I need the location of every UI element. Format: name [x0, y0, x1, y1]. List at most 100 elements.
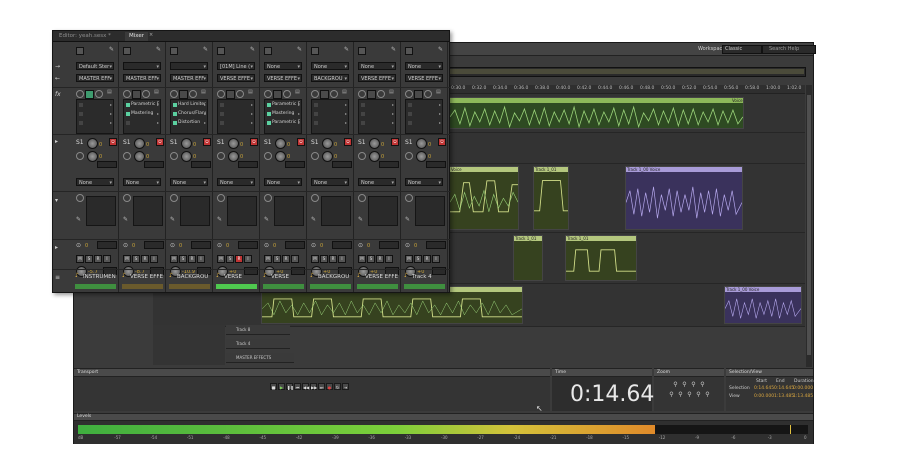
input-select[interactable]: None [405, 62, 443, 70]
effect-slot[interactable]: ▸ [313, 110, 347, 118]
send-volume-knob[interactable] [275, 138, 286, 149]
effect-power-icon[interactable] [79, 112, 83, 116]
track-name[interactable]: BACKGROU [167, 272, 212, 282]
send-stereo-balance[interactable] [379, 161, 399, 168]
fx-rack-toggle-icon[interactable] [273, 90, 282, 99]
effect-power-icon[interactable] [408, 121, 412, 125]
send-stereo-balance[interactable] [97, 161, 117, 168]
fx-rack-toggle-icon[interactable] [414, 90, 423, 99]
edit-icon[interactable]: ✎ [109, 46, 114, 53]
effect-slot[interactable]: ▸ [78, 119, 112, 127]
fx-rack-toggle-icon[interactable] [179, 90, 188, 99]
input-monitor-button[interactable]: I [103, 255, 111, 263]
fx-menu-icon[interactable]: ▤ [436, 89, 441, 95]
audio-clip[interactable]: Track 1_01 [513, 235, 543, 281]
send-volume-knob[interactable] [228, 138, 239, 149]
track-name[interactable]: VERSE [214, 272, 259, 282]
eq-power-icon[interactable] [311, 194, 319, 202]
effect-slot[interactable]: Parametric Eq▸ [266, 119, 300, 127]
workspace-select[interactable]: Classic [722, 45, 762, 54]
effect-slot[interactable]: ▸ [219, 110, 253, 118]
send-volume-knob[interactable] [369, 138, 380, 149]
effect-slot[interactable]: ▸ [407, 119, 441, 127]
power-icon[interactable] [358, 47, 366, 55]
effect-slot[interactable]: ▸ [313, 119, 347, 127]
fx-pre-post-icon[interactable] [142, 90, 150, 98]
effect-slot[interactable]: ▸ [219, 101, 253, 109]
effect-slot[interactable]: ▸ [360, 110, 394, 118]
effect-slot[interactable]: ▸ [360, 101, 394, 109]
record-arm-button[interactable]: R [94, 255, 102, 263]
tab-editor[interactable]: Editor: yeah.sesx * [55, 32, 115, 41]
eq-edit-icon[interactable]: ✎ [311, 216, 316, 223]
eq-graph[interactable] [227, 196, 257, 226]
zoom-all-tracks-icon[interactable]: ⚲ [704, 391, 711, 398]
effect-power-icon[interactable] [126, 121, 130, 125]
fx-pre-post-icon[interactable] [283, 90, 291, 98]
input-select[interactable] [123, 62, 161, 70]
pan-fader[interactable] [426, 241, 446, 249]
solo-button[interactable]: S [85, 255, 93, 263]
selection-end-field[interactable]: 0:14.645 [774, 386, 794, 391]
eq-graph[interactable] [321, 196, 351, 226]
effect-slot[interactable]: Hard Limiter ▸ [172, 101, 206, 109]
solo-button[interactable]: S [179, 255, 187, 263]
zoom-in-amplitude-icon[interactable]: ⚲ [672, 381, 679, 388]
fast-forward-icon[interactable]: ▶▶ [310, 383, 317, 390]
zoom-selection-icon[interactable]: ⚲ [677, 391, 684, 398]
send-stereo-balance[interactable] [332, 161, 352, 168]
edit-icon[interactable]: ✎ [391, 46, 396, 53]
send-bus-select[interactable]: None [311, 178, 349, 186]
mute-button[interactable]: M [217, 255, 225, 263]
send-volume-knob[interactable] [87, 138, 98, 149]
record-arm-button[interactable]: R [423, 255, 431, 263]
send-power-button[interactable]: ⏻ [297, 138, 305, 146]
send-bus-select[interactable]: None [358, 178, 396, 186]
fx-power-icon[interactable] [311, 90, 319, 98]
eq-graph[interactable] [86, 196, 116, 226]
timeline-ruler[interactable]: 0:30.0 0:32.0 0:34.0 0:36.0 0:38.0 0:40.0 0:42… [449, 85, 805, 94]
send-power-button[interactable]: ⏻ [438, 138, 446, 146]
send-pre-post-icon[interactable] [217, 152, 225, 160]
effects-rack[interactable]: ▸ ▸ ▸ [76, 99, 114, 134]
effect-power-icon[interactable] [267, 121, 271, 125]
fx-pre-post-icon[interactable] [189, 90, 197, 98]
send-bus-select[interactable]: None [170, 178, 208, 186]
audio-clip[interactable]: Voice [449, 166, 519, 230]
mute-button[interactable]: M [264, 255, 272, 263]
send-stereo-balance[interactable] [285, 161, 305, 168]
send-bus-select[interactable]: None [405, 178, 443, 186]
effect-power-icon[interactable] [408, 103, 412, 107]
mute-button[interactable]: M [76, 255, 84, 263]
solo-button[interactable]: S [414, 255, 422, 263]
close-tab-icon[interactable]: × [149, 32, 153, 38]
track-name[interactable]: VERSE EFFE [120, 272, 165, 282]
eq-power-icon[interactable] [405, 194, 413, 202]
effect-slot[interactable]: Parametric Eq▸ [266, 101, 300, 109]
power-icon[interactable] [170, 47, 178, 55]
send-bus-select[interactable]: None [76, 178, 114, 186]
input-select[interactable]: Default Ster [76, 62, 114, 70]
solo-button[interactable]: S [226, 255, 234, 263]
eq-edit-icon[interactable]: ✎ [264, 216, 269, 223]
effect-slot[interactable]: Distortion ▸ [172, 119, 206, 127]
effect-power-icon[interactable] [314, 112, 318, 116]
effects-rack[interactable]: Parametric Eq▸Mastering▸▸ [123, 99, 161, 134]
eq-graph[interactable] [274, 196, 304, 226]
record-arm-button[interactable]: R [376, 255, 384, 263]
output-select[interactable]: VERSE EFFE [264, 74, 302, 82]
fx-power-icon[interactable] [358, 90, 366, 98]
fx-menu-icon[interactable]: ▤ [107, 89, 112, 95]
effect-power-icon[interactable] [220, 103, 224, 107]
fx-pre-post-icon[interactable] [330, 90, 338, 98]
track-name[interactable]: Track 4 [402, 272, 447, 282]
eq-edit-icon[interactable]: ✎ [217, 216, 222, 223]
effect-power-icon[interactable] [126, 103, 130, 107]
mute-button[interactable]: M [123, 255, 131, 263]
fx-power-icon[interactable] [405, 90, 413, 98]
effect-power-icon[interactable] [361, 103, 365, 107]
effect-power-icon[interactable] [361, 112, 365, 116]
eq-power-icon[interactable] [123, 194, 131, 202]
eq-power-icon[interactable] [217, 194, 225, 202]
send-stereo-balance[interactable] [238, 161, 258, 168]
